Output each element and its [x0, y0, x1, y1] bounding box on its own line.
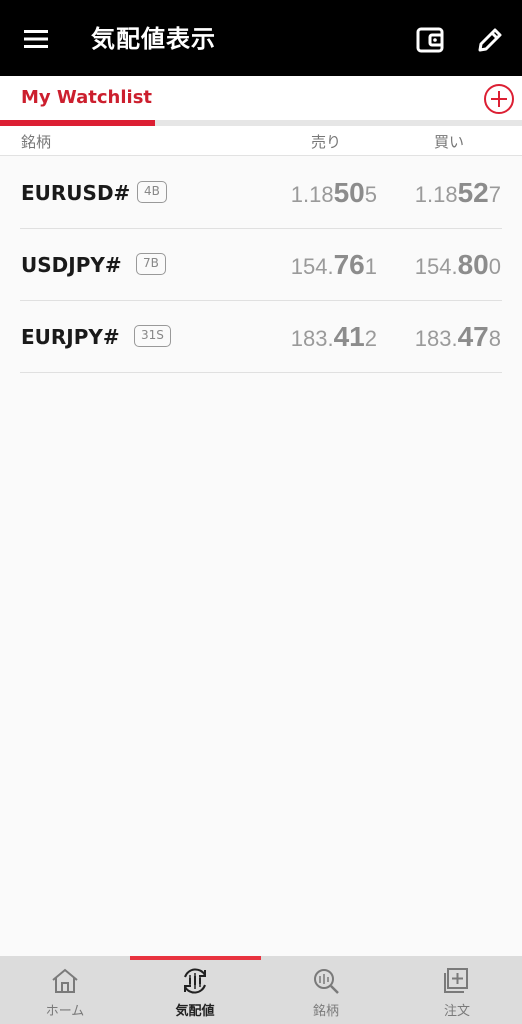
app-bar: 気配値表示 — [0, 0, 522, 76]
buy-price[interactable]: 1.18527 — [415, 177, 501, 209]
sell-price[interactable]: 1.18505 — [291, 177, 377, 209]
symbol-search-icon — [314, 969, 339, 994]
sell-price[interactable]: 183.412 — [291, 321, 377, 353]
nav-item-order[interactable]: 注文 — [392, 956, 522, 1024]
watchlist-row[interactable]: EURJPY# 31S 183.412 183.478 — [0, 301, 522, 373]
column-sell: 売り — [311, 133, 342, 151]
sell-price[interactable]: 154.761 — [291, 249, 377, 281]
pencil-icon — [478, 28, 502, 52]
price-fraction: 7 — [488, 182, 501, 207]
tab-label: My Watchlist — [21, 87, 153, 108]
nav-label: 注文 — [443, 1004, 470, 1019]
price-prefix: 183. — [290, 326, 334, 351]
row-divider — [20, 372, 502, 373]
wallet-button[interactable] — [410, 20, 450, 60]
nav-label: 気配値 — [175, 1004, 215, 1019]
symbol-name: USDJPY# — [21, 253, 122, 277]
tab-my-watchlist[interactable]: My Watchlist — [0, 76, 155, 126]
add-circle-icon — [484, 84, 514, 114]
symbol-name: EURJPY# — [21, 325, 120, 349]
nav-item-symbols[interactable]: 銘柄 — [261, 956, 391, 1024]
price-fraction: 8 — [488, 326, 501, 351]
price-prefix: 154. — [290, 254, 334, 279]
price-fraction: 5 — [364, 182, 377, 207]
page-title: 気配値表示 — [91, 25, 216, 53]
nav-label: ホーム — [45, 1004, 85, 1019]
position-badge: 7B — [136, 253, 166, 275]
price-prefix: 183. — [414, 326, 458, 351]
watchlist-row[interactable]: EURUSD# 4B 1.18505 1.18527 — [0, 157, 522, 229]
column-buy: 買い — [434, 133, 465, 151]
symbol-name: EURUSD# — [21, 181, 131, 205]
watchlist: EURUSD# 4B 1.18505 1.18527 USDJPY# 7B 15… — [0, 157, 522, 373]
bottom-nav: ホーム 気配値 銘柄 注文 — [0, 956, 522, 1024]
price-prefix: 1.18 — [290, 182, 334, 207]
nav-label: 銘柄 — [312, 1004, 339, 1019]
menu-button[interactable] — [14, 22, 58, 56]
price-fraction: 1 — [364, 254, 377, 279]
column-header: 銘柄 売り 買い — [0, 126, 522, 156]
column-symbol: 銘柄 — [21, 133, 52, 151]
add-watchlist-button[interactable] — [482, 82, 516, 116]
price-fraction: 0 — [488, 254, 501, 279]
watchlist-row[interactable]: USDJPY# 7B 154.761 154.800 — [0, 229, 522, 301]
nav-item-quotes[interactable]: 気配値 — [130, 956, 260, 1024]
nav-item-home[interactable]: ホーム — [0, 956, 130, 1024]
position-badge: 31S — [134, 325, 171, 347]
wallet-icon — [416, 27, 444, 53]
price-prefix: 154. — [414, 254, 458, 279]
price-pips: 52 — [457, 177, 489, 208]
price-pips: 47 — [457, 321, 489, 352]
price-prefix: 1.18 — [414, 182, 458, 207]
quotes-icon — [184, 968, 206, 994]
buy-price[interactable]: 183.478 — [415, 321, 501, 353]
price-pips: 50 — [333, 177, 365, 208]
edit-button[interactable] — [470, 20, 510, 60]
watchlist-tab-bar: My Watchlist — [0, 76, 522, 126]
price-fraction: 2 — [364, 326, 377, 351]
order-icon — [444, 968, 468, 993]
price-pips: 80 — [457, 249, 489, 280]
price-pips: 76 — [333, 249, 365, 280]
buy-price[interactable]: 154.800 — [415, 249, 501, 281]
position-badge: 4B — [137, 181, 167, 203]
price-pips: 41 — [333, 321, 365, 352]
home-icon — [52, 968, 78, 993]
hamburger-icon — [24, 30, 48, 48]
